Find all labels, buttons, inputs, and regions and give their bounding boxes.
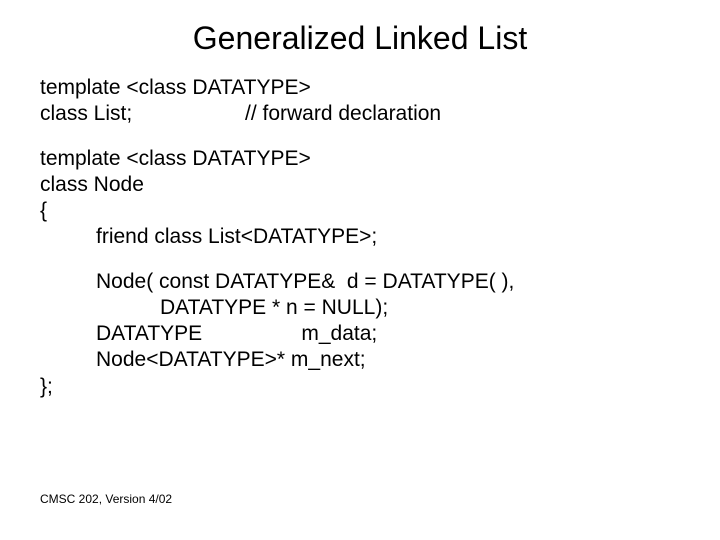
code-line: }; xyxy=(40,374,680,400)
code-line: template <class DATATYPE> xyxy=(40,146,680,172)
code-line: DATATYPE m_data; xyxy=(40,321,680,347)
code-block-2: template <class DATATYPE> class Node { f… xyxy=(40,146,680,251)
code-line: Node( const DATATYPE& d = DATATYPE( ), xyxy=(40,269,680,295)
code-line: { xyxy=(40,198,680,224)
code-comment: // forward declaration xyxy=(245,101,441,127)
code-block-3: Node( const DATATYPE& d = DATATYPE( ), D… xyxy=(40,269,680,400)
code-line: DATATYPE * n = NULL); xyxy=(40,295,680,321)
code-line: class Node xyxy=(40,172,680,198)
code-line: friend class List<DATATYPE>; xyxy=(40,224,680,250)
slide-title: Generalized Linked List xyxy=(40,20,680,57)
code-text: class List; xyxy=(40,101,245,127)
slide-footer: CMSC 202, Version 4/02 xyxy=(40,492,172,506)
code-line: Node<DATATYPE>* m_next; xyxy=(40,347,680,373)
code-block-1: template <class DATATYPE> class List; //… xyxy=(40,75,680,128)
code-line: class List; // forward declaration xyxy=(40,101,680,127)
code-line: template <class DATATYPE> xyxy=(40,75,680,101)
